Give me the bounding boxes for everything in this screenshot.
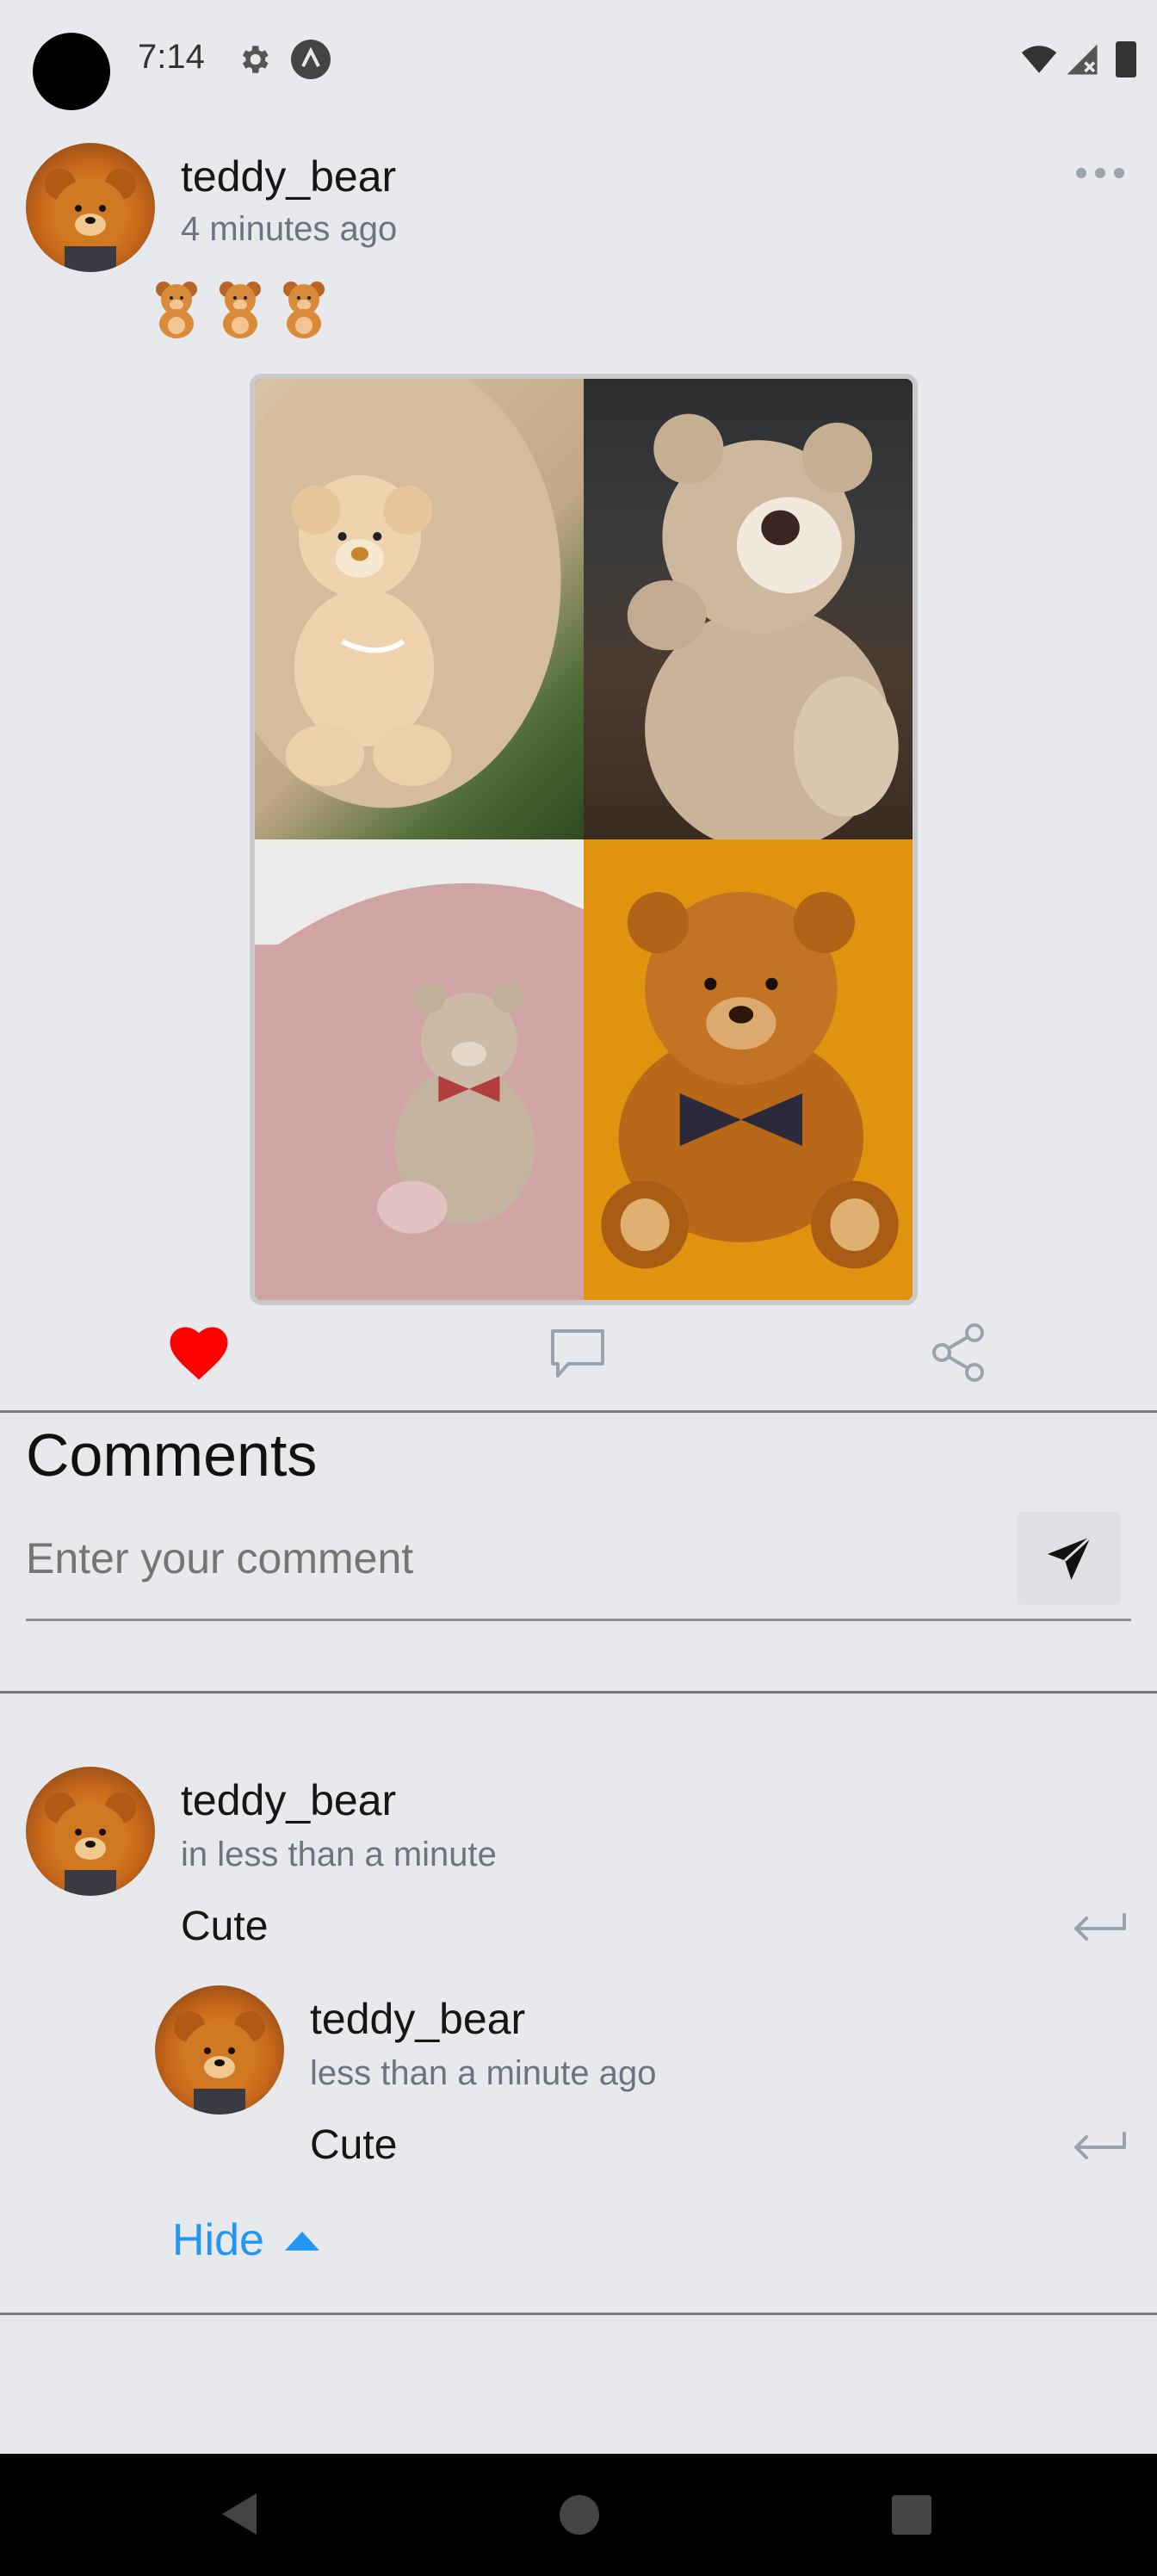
post-author-avatar[interactable] bbox=[26, 143, 155, 272]
divider bbox=[0, 2313, 1157, 2315]
battery-icon bbox=[1116, 41, 1136, 77]
teddy-avatar-image bbox=[45, 169, 136, 272]
teddy-bear-emoji-icon bbox=[220, 282, 261, 338]
input-underline bbox=[26, 1619, 1131, 1621]
post-image-1[interactable] bbox=[255, 379, 584, 839]
post-author-name[interactable]: teddy_bear bbox=[181, 152, 396, 201]
gear-icon bbox=[242, 46, 269, 73]
comment-timestamp: in less than a minute bbox=[181, 1836, 497, 1873]
send-icon bbox=[1048, 1535, 1092, 1580]
reply-icon[interactable] bbox=[1071, 2130, 1128, 2164]
hide-replies-button[interactable]: Hide bbox=[172, 2214, 321, 2266]
camera-cutout bbox=[33, 33, 110, 110]
comment-input[interactable] bbox=[26, 1524, 1016, 1593]
post-image-4[interactable] bbox=[584, 839, 913, 1300]
teddy-avatar-image bbox=[174, 2011, 265, 2115]
divider bbox=[0, 1691, 1157, 1694]
chevron-up-icon bbox=[284, 2232, 319, 2251]
post-image-grid[interactable] bbox=[250, 374, 918, 1305]
status-bar: 7:14 bbox=[0, 0, 1157, 121]
teddy-avatar-image bbox=[45, 1793, 136, 1896]
app-a-icon bbox=[291, 40, 331, 79]
post-image-3[interactable] bbox=[255, 839, 584, 1300]
reply-author-avatar[interactable] bbox=[155, 1985, 284, 2115]
teddy-bear-emoji-icon bbox=[156, 282, 197, 338]
comment-author-name[interactable]: teddy_bear bbox=[181, 1775, 396, 1825]
send-button[interactable] bbox=[1018, 1512, 1121, 1605]
cellular-no-signal-icon bbox=[1067, 44, 1098, 75]
post-timestamp: 4 minutes ago bbox=[181, 210, 398, 248]
heart-icon[interactable] bbox=[169, 1326, 229, 1381]
wifi-icon bbox=[1021, 46, 1057, 73]
post-caption-emojis bbox=[148, 277, 332, 339]
reply-icon[interactable] bbox=[1071, 1911, 1128, 1946]
post-image-2[interactable] bbox=[584, 379, 913, 839]
reply-author-name[interactable]: teddy_bear bbox=[310, 1994, 525, 2044]
status-time: 7:14 bbox=[138, 38, 205, 76]
nav-recents-icon[interactable] bbox=[892, 2495, 931, 2535]
nav-home-icon[interactable] bbox=[560, 2495, 599, 2535]
reply-text: Cute bbox=[310, 2122, 398, 2168]
hide-replies-label: Hide bbox=[172, 2215, 264, 2265]
teddy-bear-emoji-icon bbox=[283, 282, 325, 338]
nav-back-icon[interactable] bbox=[219, 2490, 260, 2538]
reply-timestamp: less than a minute ago bbox=[310, 2054, 657, 2092]
divider bbox=[0, 1410, 1157, 1413]
comment-author-avatar[interactable] bbox=[26, 1767, 155, 1896]
comment-text: Cute bbox=[181, 1904, 269, 1949]
more-horizontal-icon[interactable] bbox=[1073, 160, 1128, 186]
share-icon[interactable] bbox=[930, 1322, 987, 1383]
comment-icon[interactable] bbox=[548, 1326, 608, 1381]
comments-title: Comments bbox=[26, 1421, 318, 1489]
